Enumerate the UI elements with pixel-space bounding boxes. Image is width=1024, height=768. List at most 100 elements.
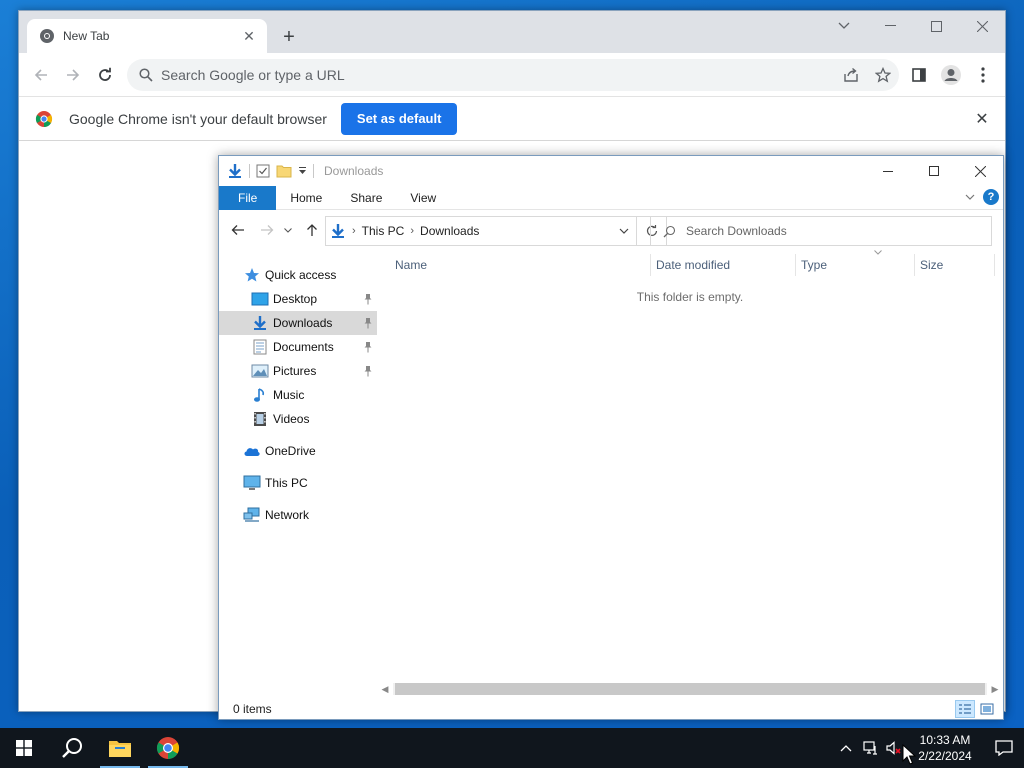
action-center-icon[interactable] (984, 728, 1024, 768)
chrome-menu-icon[interactable] (967, 61, 999, 89)
bookmark-star-icon[interactable] (867, 59, 899, 91)
explorer-search-box[interactable] (650, 216, 992, 246)
large-icons-view-icon[interactable] (977, 700, 997, 718)
network-icon (243, 506, 261, 524)
show-hidden-icons-chevron-icon[interactable] (834, 728, 858, 768)
tab-new-tab[interactable]: New Tab ✕ (27, 19, 267, 53)
chrome-taskbar-icon[interactable] (144, 728, 192, 768)
pin-icon[interactable] (363, 365, 373, 377)
nav-network[interactable]: Network (219, 503, 377, 527)
expand-ribbon-chevron-icon[interactable] (965, 194, 975, 200)
nav-onedrive[interactable]: OneDrive (219, 439, 377, 463)
explorer-minimize-icon[interactable] (865, 156, 911, 186)
up-arrow-icon[interactable] (301, 220, 323, 240)
share-icon[interactable] (835, 59, 867, 91)
pin-icon[interactable] (363, 293, 373, 305)
file-list-pane: Name Date modified Type Size This folder… (377, 250, 1003, 688)
music-note-icon (251, 386, 269, 404)
profile-avatar-icon[interactable] (935, 61, 967, 89)
navigation-pane: Quick access Desktop Downloads Documents (219, 250, 377, 688)
ribbon-tab-view[interactable]: View (396, 186, 450, 210)
side-panel-icon[interactable] (903, 61, 935, 89)
empty-folder-message: This folder is empty. (636, 290, 744, 304)
forward-arrow-icon[interactable] (61, 63, 85, 87)
nav-downloads[interactable]: Downloads (219, 311, 377, 335)
explorer-close-icon[interactable] (957, 156, 1003, 186)
scroll-left-icon[interactable]: ◀ (377, 681, 393, 697)
horizontal-scrollbar[interactable]: ◀ ▶ (377, 681, 1003, 697)
pin-icon[interactable] (363, 317, 373, 329)
file-explorer-taskbar-icon[interactable] (96, 728, 144, 768)
tab-search-chevron-icon[interactable] (821, 11, 867, 41)
customize-qat-chevron-icon[interactable] (298, 167, 307, 175)
explorer-maximize-icon[interactable] (911, 156, 957, 186)
mouse-cursor-icon (902, 744, 916, 765)
recent-locations-chevron-icon[interactable] (281, 220, 295, 240)
set-as-default-button[interactable]: Set as default (340, 102, 458, 135)
breadcrumb-chevron-icon[interactable]: › (410, 225, 414, 237)
column-separator[interactable] (994, 254, 995, 276)
nav-pictures[interactable]: Pictures (219, 359, 377, 383)
clock-time: 10:33 AM (919, 733, 971, 747)
explorer-forward-icon[interactable] (256, 220, 278, 240)
network-status-icon[interactable] (858, 728, 882, 768)
scroll-thumb[interactable] (395, 683, 985, 695)
nav-label: Network (265, 508, 310, 522)
file-explorer-window: Downloads File Home Share View ? › This … (218, 155, 1004, 720)
ribbon-tab-home[interactable]: Home (276, 186, 336, 210)
nav-this-pc[interactable]: This PC (219, 471, 377, 495)
nav-label: Downloads (273, 316, 333, 330)
documents-icon (251, 338, 269, 356)
minimize-icon[interactable] (867, 11, 913, 41)
explorer-back-icon[interactable] (227, 220, 249, 240)
address-dropdown-icon[interactable] (612, 217, 636, 245)
nav-label: Desktop (273, 292, 318, 306)
default-browser-infobar: Google Chrome isn't your default browser… (19, 97, 1005, 141)
chrome-favicon-icon (40, 29, 54, 43)
column-header-type[interactable]: Type (795, 250, 913, 280)
item-count: 0 items (233, 702, 272, 716)
breadcrumb-this-pc[interactable]: This PC (362, 224, 405, 238)
column-header-date-modified[interactable]: Date modified (650, 250, 794, 280)
new-folder-quick-access-icon[interactable] (276, 164, 292, 178)
scroll-right-icon[interactable]: ▶ (987, 681, 1003, 697)
ribbon-tab-file[interactable]: File (219, 185, 277, 210)
ribbon-tab-share[interactable]: Share (336, 186, 396, 210)
pin-icon[interactable] (363, 341, 373, 353)
details-view-icon[interactable] (955, 700, 975, 718)
pictures-icon (251, 362, 269, 380)
omnibox-input[interactable] (161, 67, 899, 83)
tab-close-icon[interactable]: ✕ (241, 28, 257, 44)
taskbar-clock[interactable]: 10:33 AM 2/22/2024 (906, 732, 984, 764)
nav-desktop[interactable]: Desktop (219, 287, 377, 311)
column-header-name[interactable]: Name (389, 250, 637, 280)
title-separator (313, 164, 314, 178)
column-header-size[interactable]: Size (914, 250, 994, 280)
breadcrumb-chevron-icon[interactable]: › (352, 225, 356, 237)
omnibox[interactable] (127, 59, 899, 91)
nav-label: OneDrive (265, 444, 316, 458)
reload-icon[interactable] (93, 63, 117, 87)
search-icon (139, 68, 153, 82)
address-bar[interactable]: › This PC › Downloads (325, 216, 637, 246)
nav-label: Music (273, 388, 305, 402)
videos-film-icon (251, 410, 269, 428)
maximize-icon[interactable] (913, 11, 959, 41)
search-taskbar-icon[interactable] (48, 728, 96, 768)
scroll-track[interactable] (393, 683, 987, 695)
nav-documents[interactable]: Documents (219, 335, 377, 359)
downloads-location-icon (332, 224, 344, 238)
explorer-search-input[interactable] (686, 224, 991, 238)
properties-quick-access-icon[interactable] (256, 164, 270, 178)
back-arrow-icon[interactable] (29, 63, 53, 87)
breadcrumb-downloads[interactable]: Downloads (420, 224, 479, 238)
new-tab-plus-icon[interactable]: + (277, 25, 301, 49)
nav-music[interactable]: Music (219, 383, 377, 407)
start-button-windows-icon[interactable] (0, 728, 48, 768)
infobar-close-icon[interactable]: ✕ (973, 110, 991, 128)
help-icon[interactable]: ? (983, 189, 999, 205)
quick-access-star-icon (243, 266, 261, 284)
close-window-icon[interactable] (959, 11, 1005, 41)
nav-quick-access[interactable]: Quick access (219, 263, 377, 287)
nav-videos[interactable]: Videos (219, 407, 377, 431)
